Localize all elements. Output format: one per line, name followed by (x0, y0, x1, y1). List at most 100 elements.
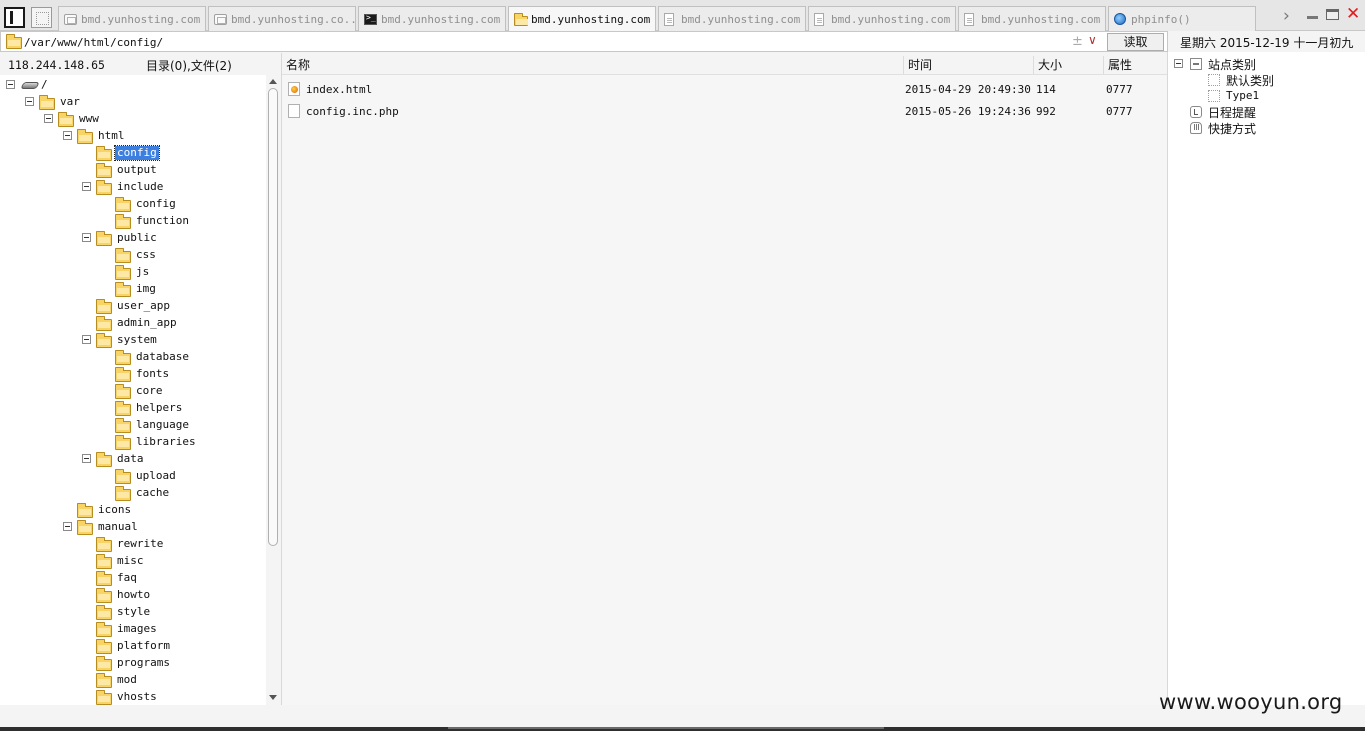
folder-icon (115, 214, 131, 229)
tree-node-label: img (136, 282, 156, 295)
tree-node[interactable]: include (0, 179, 266, 196)
scroll-thumb[interactable] (268, 88, 278, 546)
folder-icon (96, 537, 112, 552)
close-icon[interactable]: ✕ (1346, 4, 1360, 24)
tree-node[interactable]: output (0, 162, 266, 179)
collapse-icon[interactable] (1174, 59, 1183, 68)
tree-node[interactable]: style (0, 604, 266, 621)
new-tab-icon[interactable] (31, 7, 52, 28)
scroll-up-icon[interactable] (269, 79, 277, 84)
tree-node[interactable]: img (0, 281, 266, 298)
collapse-icon[interactable] (82, 335, 91, 344)
site-tree-item[interactable]: 默认类别 (1174, 72, 1359, 88)
directory-tree[interactable]: / var www html config output include config func… (0, 75, 266, 705)
collapse-icon[interactable] (44, 114, 53, 123)
site-tree-item[interactable]: Type1 (1174, 88, 1359, 104)
tree-node-label: icons (98, 503, 132, 516)
collapse-icon[interactable] (82, 182, 91, 191)
tree-node[interactable]: upload (0, 468, 266, 485)
tab-8[interactable]: phpinfo() (1108, 6, 1256, 31)
tree-node-label: html (98, 129, 125, 142)
folder-icon (115, 248, 131, 263)
column-name[interactable]: 名称 (282, 56, 903, 74)
tree-node[interactable]: core (0, 383, 266, 400)
tab-3[interactable]: bmd.yunhosting.com (358, 6, 506, 31)
site-tree-item[interactable]: 快捷方式 (1174, 120, 1359, 136)
tree-node[interactable]: function (0, 213, 266, 230)
collapse-icon[interactable] (82, 454, 91, 463)
tree-node[interactable]: misc (0, 553, 266, 570)
tree-node[interactable]: www (0, 111, 266, 128)
tree-node[interactable]: faq (0, 570, 266, 587)
tree-node[interactable]: manual (0, 519, 266, 536)
tree-node[interactable]: system (0, 332, 266, 349)
tab-5[interactable]: bmd.yunhosting.com (658, 6, 806, 31)
tab-2[interactable]: bmd.yunhosting.co... (208, 6, 356, 31)
collapse-icon[interactable] (25, 97, 34, 106)
column-size[interactable]: 大小 (1033, 56, 1103, 74)
tree-node[interactable]: rewrite (0, 536, 266, 553)
site-tree-item[interactable]: 日程提醒 (1174, 104, 1359, 120)
folder-icon (96, 452, 112, 467)
tree-node[interactable]: language (0, 417, 266, 434)
tree-node[interactable]: user_app (0, 298, 266, 315)
tree-node-label: vhosts (117, 690, 157, 703)
tree-node[interactable]: libraries (0, 434, 266, 451)
site-tree-label: Type1 (1226, 89, 1260, 102)
tree-node[interactable]: programs (0, 655, 266, 672)
tree-node[interactable]: helpers (0, 400, 266, 417)
collapse-icon[interactable] (6, 80, 15, 89)
collapse-icon[interactable] (82, 233, 91, 242)
file-row[interactable]: config.inc.php 2015-05-26 19:24:36 992 0777 (282, 100, 1168, 122)
tree-node[interactable]: / (0, 77, 266, 94)
scroll-down-icon[interactable] (269, 695, 277, 700)
collapse-icon[interactable] (63, 522, 72, 531)
folder-icon (96, 622, 112, 637)
tree-node[interactable]: html (0, 128, 266, 145)
tab-scroll-right-icon[interactable]: › (1283, 6, 1290, 26)
tab-7[interactable]: bmd.yunhosting.com (958, 6, 1106, 31)
tree-node[interactable]: config (0, 145, 266, 162)
folder-icon (77, 129, 93, 144)
tree-node-label: data (117, 452, 144, 465)
tree-node[interactable]: images (0, 621, 266, 638)
tree-node[interactable]: howto (0, 587, 266, 604)
tree-node[interactable]: vhosts (0, 689, 266, 705)
tree-node[interactable]: config (0, 196, 266, 213)
folder-icon (96, 146, 112, 161)
tree-node[interactable]: icons (0, 502, 266, 519)
tree-node[interactable]: public (0, 230, 266, 247)
folder-icon (96, 690, 112, 705)
tree-node[interactable]: fonts (0, 366, 266, 383)
tab-4[interactable]: bmd.yunhosting.com (508, 6, 656, 32)
minimize-icon[interactable] (1307, 16, 1318, 19)
tab-1[interactable]: bmd.yunhosting.com (58, 6, 206, 31)
read-button[interactable]: 读取 (1107, 33, 1164, 51)
tree-node[interactable]: js (0, 264, 266, 281)
tab-6[interactable]: bmd.yunhosting.com (808, 6, 956, 31)
site-tree-label: 日程提醒 (1208, 106, 1257, 120)
tree-node[interactable]: mod (0, 672, 266, 689)
tree-scrollbar[interactable] (266, 75, 281, 705)
chevron-down-icon[interactable]: ∨ (1088, 33, 1097, 47)
file-attr: 0777 (1106, 105, 1133, 118)
tree-node[interactable]: data (0, 451, 266, 468)
terminal-icon (364, 13, 377, 25)
tree-node[interactable]: cache (0, 485, 266, 502)
bookmark-plus-icon[interactable]: ± (1072, 34, 1083, 49)
tree-node[interactable]: admin_app (0, 315, 266, 332)
site-tree-item[interactable]: 站点类别 (1174, 56, 1359, 72)
restore-window-icon[interactable] (1326, 9, 1339, 20)
tree-node[interactable]: database (0, 349, 266, 366)
tree-node[interactable]: var (0, 94, 266, 111)
tree-node-label: output (117, 163, 157, 176)
collapse-icon[interactable] (63, 131, 72, 140)
column-attr[interactable]: 属性 (1103, 56, 1168, 74)
panel-toggle-icon[interactable] (4, 7, 25, 28)
column-time[interactable]: 时间 (903, 56, 1033, 74)
tree-node[interactable]: css (0, 247, 266, 264)
file-row[interactable]: index.html 2015-04-29 20:49:30 114 0777 (282, 78, 1168, 100)
tree-node[interactable]: platform (0, 638, 266, 655)
tab-label: phpinfo() (1131, 13, 1191, 26)
path-input[interactable] (24, 34, 1064, 50)
